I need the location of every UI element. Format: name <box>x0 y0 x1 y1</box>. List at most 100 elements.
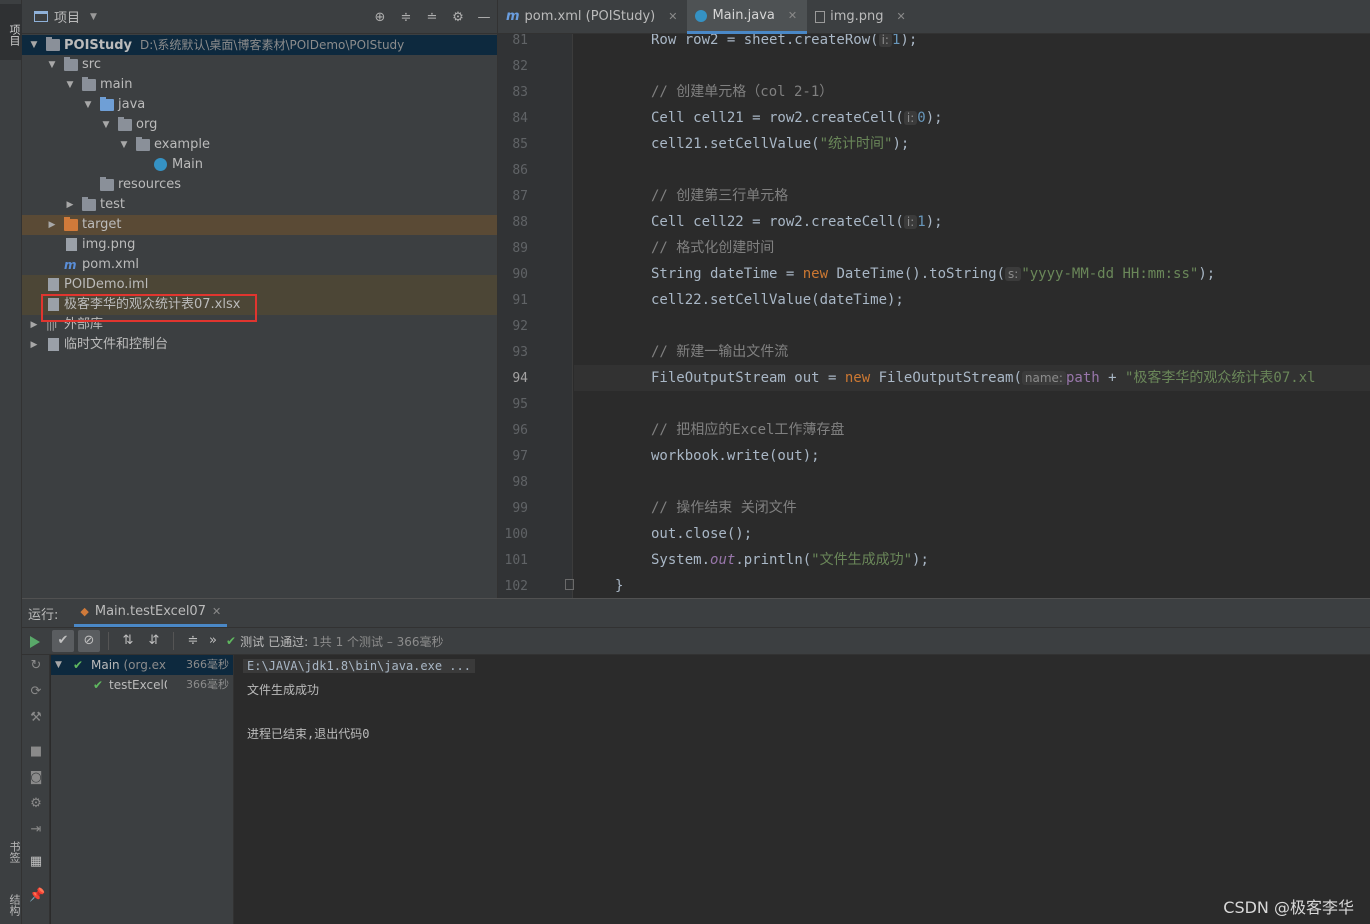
test-suite-row[interactable]: ▼ ✔ Main (org.ex 366毫秒 <box>51 655 233 675</box>
code-line: Row row2 = sheet.createRow(i: 1); <box>651 34 918 48</box>
passed-icon: ✔ <box>73 658 84 672</box>
rerun-icon[interactable] <box>30 636 40 648</box>
code-line: // 新建一输出文件流 <box>651 344 789 360</box>
tree-item-main[interactable]: ▼ main <box>22 75 497 95</box>
tree-item-test[interactable]: ▶ test <box>22 195 497 215</box>
editor-tab-bar: m pom.xml (POIStudy) ✕ Main.java ✕ img.p… <box>498 0 1370 34</box>
tree-item-resources[interactable]: resources <box>22 175 497 195</box>
tree-item-pom-xml[interactable]: m pom.xml <box>22 255 497 275</box>
stop-icon[interactable]: ■ <box>29 745 43 759</box>
run-config-tab[interactable]: ◆ Main.testExcel07 ✕ <box>74 599 228 627</box>
close-icon[interactable]: ✕ <box>788 0 797 31</box>
project-panel-title[interactable]: 项目 <box>54 7 80 26</box>
maven-icon: m <box>64 258 77 272</box>
test-case-row[interactable]: ✔ testExcel0 366毫秒 <box>51 675 233 695</box>
image-file-icon <box>66 238 77 251</box>
bookmarks-tool-tab-label: 书签 <box>8 841 21 863</box>
run-panel: 运行: ◆ Main.testExcel07 ✕ ✔ ⊘ ⇅ ⇵ ≑ » ✔ 测… <box>22 598 1370 924</box>
tree-item-poistudy[interactable]: ▼ POIStudy D:\系统默认\桌面\博客素材\POIDemo\POIStu… <box>22 35 497 55</box>
toggle-autotest-icon[interactable]: ⟳ <box>29 685 43 699</box>
tree-item-label: POIStudy <box>64 38 133 53</box>
fold-marker-icon[interactable] <box>565 579 574 590</box>
expand-all-icon[interactable]: ≑ <box>182 630 204 652</box>
module-file-icon <box>48 278 59 291</box>
chevron-down-icon[interactable]: ▼ <box>100 115 112 135</box>
tree-item-scratches[interactable]: ▶ 临时文件和控制台 <box>22 335 497 355</box>
layout-icon[interactable]: ▦ <box>29 855 43 869</box>
chevron-down-icon[interactable]: ▼ <box>28 35 40 55</box>
gear-icon[interactable]: ⚙ <box>451 10 465 25</box>
tree-item-java[interactable]: ▼ java <box>22 95 497 115</box>
collapse-all-icon[interactable]: ≐ <box>425 10 439 25</box>
image-file-icon <box>815 11 826 23</box>
chevron-right-icon[interactable]: ▶ <box>28 315 40 335</box>
pin-icon[interactable]: 📌 <box>29 889 45 903</box>
sort-alpha-icon[interactable]: ⇅ <box>117 630 139 652</box>
locate-file-icon[interactable]: ⊕ <box>373 10 387 25</box>
camera-icon[interactable]: ◙ <box>29 771 43 785</box>
line-number: 83 <box>512 85 528 100</box>
line-number: 96 <box>512 423 528 438</box>
chevron-down-icon[interactable]: ▼ <box>64 75 76 95</box>
show-ignored-icon[interactable]: ⊘ <box>78 630 100 652</box>
code-line: } <box>615 578 624 594</box>
structure-tool-tab[interactable]: 结构 <box>0 884 22 924</box>
line-number: 87 <box>512 189 528 204</box>
chevron-right-icon[interactable]: ▶ <box>64 195 76 215</box>
code-area[interactable]: Row row2 = sheet.createRow(i: 1); // 创建单元… <box>574 34 1370 598</box>
chevron-right-icon[interactable]: ▶ <box>46 215 58 235</box>
hide-panel-icon[interactable]: — <box>477 10 491 25</box>
tree-item-img-png[interactable]: img.png <box>22 235 497 255</box>
scratch-icon <box>48 338 59 351</box>
tab-main-java[interactable]: Main.java ✕ <box>687 0 808 34</box>
test-suite-package: (org.ex <box>123 658 166 672</box>
tab-img-png[interactable]: img.png ✕ <box>807 0 916 34</box>
tree-item-label: img.png <box>82 237 136 252</box>
chevron-down-icon[interactable]: ▼ <box>55 655 62 675</box>
tab-pom-xml[interactable]: m pom.xml (POIStudy) ✕ <box>498 0 687 34</box>
java-class-icon <box>695 9 708 22</box>
test-suite-label: Main <box>91 658 120 672</box>
sort-duration-icon[interactable]: ⇵ <box>143 630 165 652</box>
tree-item-src[interactable]: ▼ src <box>22 55 497 75</box>
gear-icon[interactable]: ⚙ <box>29 797 43 811</box>
code-line: Cell cell22 = row2.createCell(i: 1); <box>651 214 943 230</box>
line-number: 92 <box>512 319 528 334</box>
resources-folder-icon <box>100 177 114 191</box>
tree-item-example[interactable]: ▼ example <box>22 135 497 155</box>
tree-item-org[interactable]: ▼ org <box>22 115 497 135</box>
tree-item-poidemo-iml[interactable]: POIDemo.iml <box>22 275 497 295</box>
wrench-icon[interactable]: ⚒ <box>29 711 43 725</box>
close-icon[interactable]: ✕ <box>896 0 905 34</box>
tree-item-label: resources <box>118 177 182 192</box>
chevron-down-icon[interactable]: ▼ <box>46 55 58 75</box>
chevron-down-icon[interactable]: ▼ <box>82 95 94 115</box>
run-panel-header: 运行: ◆ Main.testExcel07 ✕ <box>22 599 1370 627</box>
chevron-down-icon[interactable]: ▼ <box>90 12 97 22</box>
tree-item-target[interactable]: ▶ target <box>22 215 497 235</box>
close-icon[interactable]: ✕ <box>212 605 221 618</box>
console-output[interactable]: E:\JAVA\jdk1.8\bin\java.exe ... 文件生成成功 进… <box>235 655 1370 924</box>
code-editor: m pom.xml (POIStudy) ✕ Main.java ✕ img.p… <box>497 0 1370 598</box>
show-passed-icon[interactable]: ✔ <box>52 630 74 652</box>
tree-item-label: 临时文件和控制台 <box>64 337 169 352</box>
run-panel-label: 运行: <box>28 607 59 623</box>
exit-icon[interactable]: ⇥ <box>29 823 43 837</box>
chevron-right-icon[interactable]: ▶ <box>28 335 40 355</box>
watermark: CSDN @极客李华 <box>1223 898 1354 917</box>
console-command-line[interactable]: E:\JAVA\jdk1.8\bin\java.exe ... <box>243 659 475 673</box>
project-tool-tab[interactable]: 项目 <box>0 4 22 60</box>
chevron-down-icon[interactable]: ▼ <box>118 135 130 155</box>
rerun-failed-icon[interactable]: ↻ <box>29 659 43 673</box>
more-icon[interactable]: » <box>208 630 218 652</box>
bookmarks-tool-tab[interactable]: 书签 <box>0 828 22 874</box>
expand-all-icon[interactable]: ≑ <box>399 10 413 25</box>
test-duration: 366毫秒 <box>184 655 229 675</box>
excluded-folder-icon <box>64 217 78 231</box>
tree-item-main-class[interactable]: Main <box>22 155 497 175</box>
package-icon <box>118 117 132 131</box>
parameter-hint: i: <box>903 215 918 229</box>
close-icon[interactable]: ✕ <box>668 0 677 34</box>
tab-label: Main.java <box>712 8 775 23</box>
code-line: System.out.println("文件生成成功"); <box>651 552 929 568</box>
